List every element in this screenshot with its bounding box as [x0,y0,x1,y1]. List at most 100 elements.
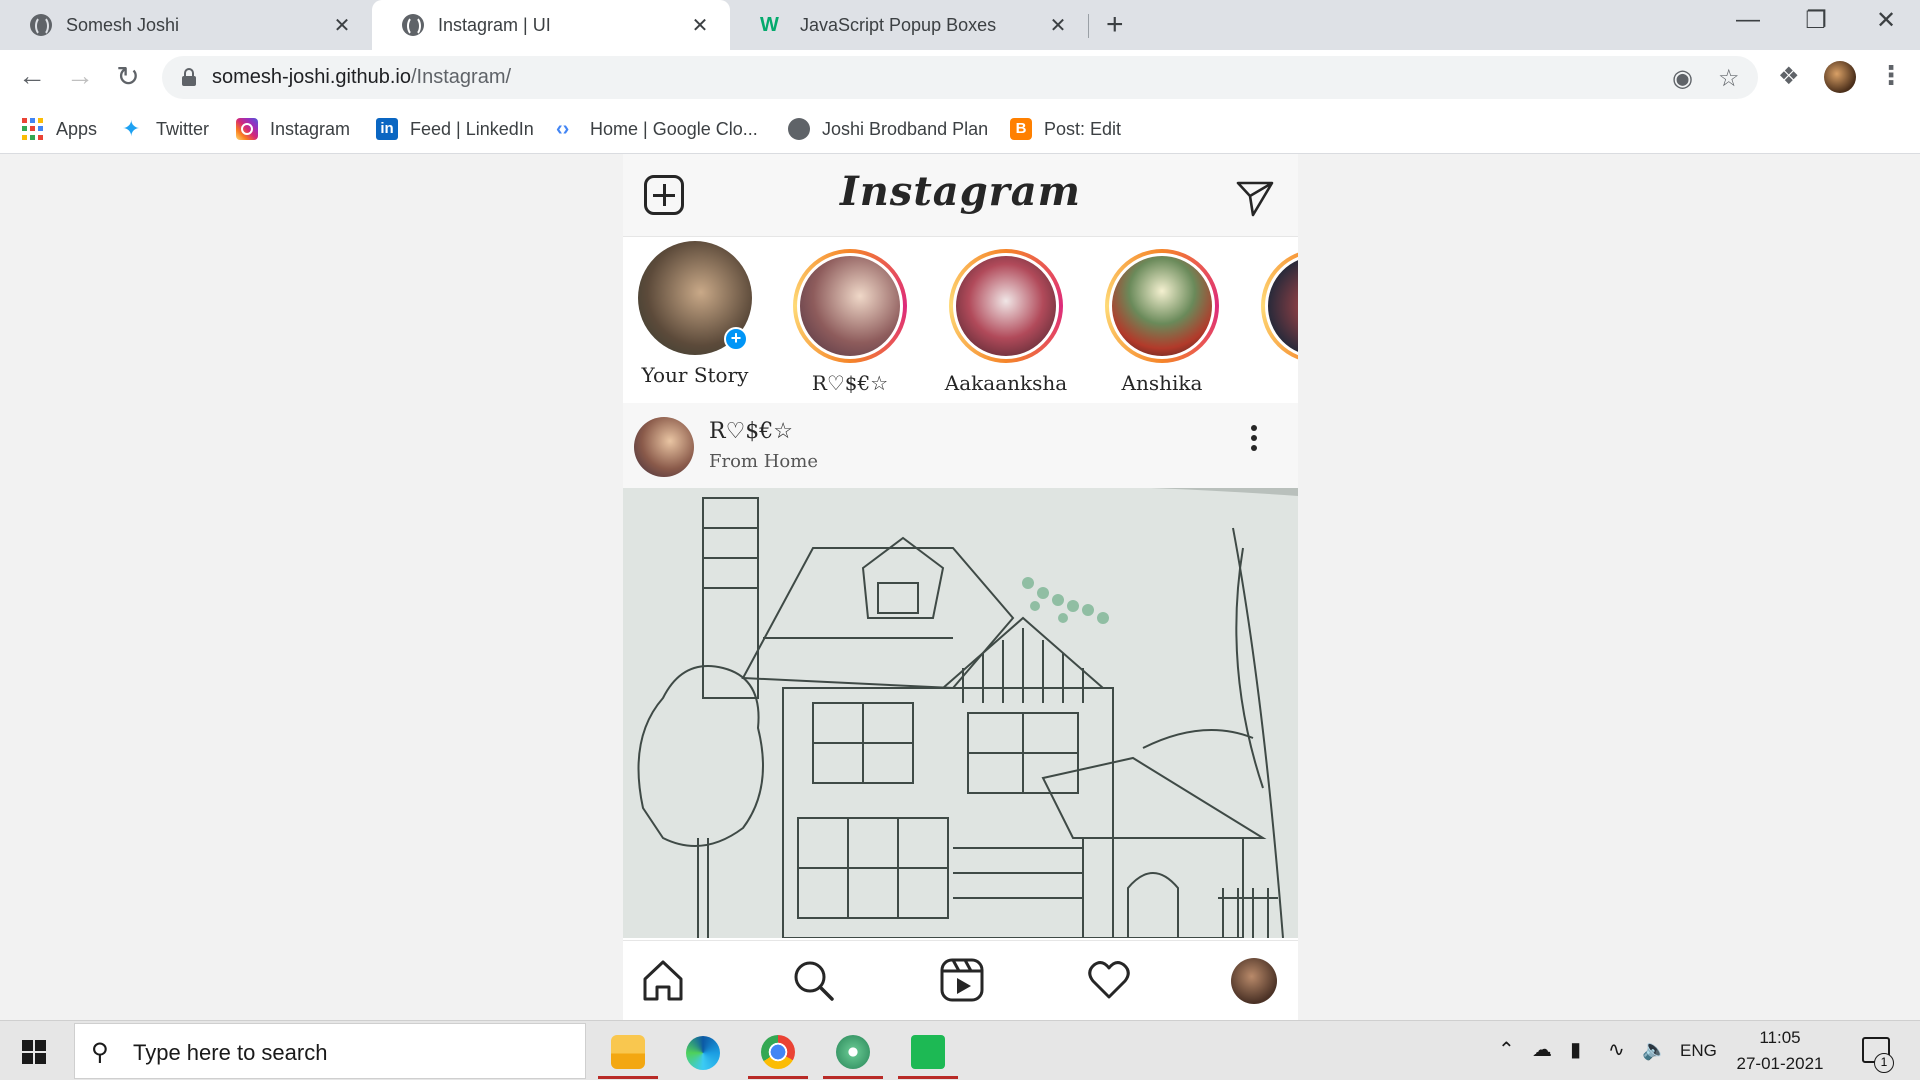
bookmark-post-edit[interactable]: B Post: Edit [1010,115,1121,143]
clock-date: 27-01-2021 [1736,1054,1824,1073]
blogger-icon: B [1010,118,1032,140]
story-aakaanksha[interactable]: Aakaanksha [936,249,1076,395]
battery-icon[interactable]: ▮ [1570,1037,1581,1062]
show-hidden-icons-chevron-icon[interactable]: ⌃ [1498,1037,1515,1062]
taskbar-file-explorer[interactable] [598,1027,658,1079]
extensions-puzzle-icon[interactable]: ❖ [1778,62,1800,91]
instagram-bottom-nav [623,940,1298,1020]
bookmark-instagram[interactable]: Instagram [236,115,350,143]
close-tab-icon[interactable]: ✕ [688,13,712,38]
close-tab-icon[interactable]: ✕ [330,13,354,38]
notification-count-badge: 1 [1874,1053,1894,1073]
star-icon[interactable]: ☆ [1718,64,1740,93]
eye-off-icon[interactable]: ◉ [1672,64,1693,93]
tab-strip: Somesh Joshi ✕ Instagram | UI ✕ W JavaSc… [0,0,1920,50]
profile-avatar[interactable] [1824,61,1856,93]
bookmark-label: Instagram [270,118,351,139]
linkedin-icon: in [376,118,398,140]
globe-icon [788,118,810,140]
restore-button[interactable]: ❐ [1796,6,1836,35]
add-story-plus-icon[interactable]: + [724,327,748,351]
onedrive-cloud-icon[interactable]: ☁ [1532,1037,1552,1062]
url-path: /Instagram/ [411,66,512,88]
post-author-avatar[interactable] [634,417,694,477]
story-name: Anshika [1121,371,1203,395]
new-tab-button[interactable]: + [1106,8,1124,42]
story-ring [949,249,1063,363]
taskbar-clock[interactable]: 11:05 27-01-2021 [1720,1025,1840,1077]
tab-instagram-ui[interactable]: Instagram | UI ✕ [372,0,730,50]
profile-avatar[interactable] [1231,958,1277,1004]
browser-menu-icon[interactable]: ⋮ [1878,60,1904,91]
taskbar-atom[interactable] [823,1027,883,1079]
instagram-icon [236,118,258,140]
tab-title: Instagram | UI [438,14,551,35]
instagram-header: Instagram [623,154,1298,237]
google-cloud-icon: ‹› [556,118,570,140]
bookmark-linkedin[interactable]: in Feed | LinkedIn [376,115,534,143]
story-avatar [953,253,1059,359]
tab-somesh-joshi[interactable]: Somesh Joshi ✕ [0,0,372,50]
search-icon[interactable] [790,957,836,1003]
story-ring [1105,249,1219,363]
bookmark-label: Apps [56,118,98,139]
bookmark-label: Feed | LinkedIn [410,118,534,139]
close-tab-icon[interactable]: ✕ [1046,13,1070,38]
minimize-button[interactable]: — [1728,6,1768,34]
bookmark-label: Post: Edit [1044,118,1122,139]
story-avatar [1265,253,1298,359]
direct-message-icon[interactable] [1235,178,1275,218]
language-indicator[interactable]: ENG [1680,1041,1717,1061]
bookmark-google-cloud[interactable]: ‹› Home | Google Clo... [556,115,758,143]
story-ring [793,249,907,363]
chrome-icon [761,1034,795,1069]
forward-button[interactable]: → [62,60,98,92]
taskbar-search-input[interactable]: ⚲ Type here to search [74,1023,586,1079]
search-placeholder: Type here to search [133,1040,328,1065]
post-image[interactable] [623,488,1298,938]
instagram-logo: Instagram [840,168,1081,215]
back-button[interactable]: ← [14,60,50,92]
story-name: Aakaanksha [944,371,1068,395]
lock-icon[interactable] [182,68,196,86]
bookmark-twitter[interactable]: ✦ Twitter [122,115,209,143]
post-header: R♡$€☆ From Home [623,403,1298,488]
tab-title: JavaScript Popup Boxes [800,14,997,35]
windows-start-icon[interactable] [22,1040,46,1064]
tab-javascript-popup-boxes[interactable]: W JavaScript Popup Boxes ✕ [730,0,1088,50]
post-username[interactable]: R♡$€☆ [709,419,793,444]
bookmark-apps[interactable]: Apps [22,115,97,143]
volume-icon[interactable]: 🔈 [1642,1037,1667,1062]
home-icon[interactable] [640,957,686,1003]
bookmark-label: Joshi Brodband Plan [822,118,989,139]
taskbar-spotify[interactable] [898,1027,958,1079]
heart-icon[interactable] [1086,957,1132,1003]
w3schools-icon: W [760,14,779,36]
reels-icon[interactable] [939,957,985,1003]
close-window-button[interactable]: ✕ [1866,6,1906,35]
post-location[interactable]: From Home [709,451,818,472]
edge-icon [686,1036,720,1070]
story-your-story[interactable]: + Your Story [625,241,765,387]
story-rose[interactable]: R♡$€☆ [780,249,920,395]
reload-button[interactable]: ↻ [110,60,146,93]
wifi-icon[interactable]: ∿ [1608,1037,1625,1062]
story-anshika[interactable]: Anshika [1092,249,1232,395]
story-partial[interactable] [1248,249,1298,371]
bookmark-joshi-broadband[interactable]: Joshi Brodband Plan [788,115,988,143]
address-bar[interactable]: somesh-joshi.github.io/Instagram/ ◉ ☆ [162,56,1758,99]
url-text[interactable]: somesh-joshi.github.io/Instagram/ [212,66,511,89]
feed-post: R♡$€☆ From Home [623,403,1298,938]
spotify-icon [911,1034,945,1069]
globe-icon [30,14,52,36]
tab-separator [1088,14,1089,38]
bookmarks-bar: Apps ✦ Twitter Instagram in Feed | Linke… [0,105,1920,154]
taskbar-chrome[interactable] [748,1027,808,1079]
bookmark-label: Home | Google Clo... [590,118,758,139]
story-ring [1261,249,1298,363]
post-options-icon[interactable] [1251,425,1259,455]
atom-icon [836,1034,870,1069]
house-sketch-image [623,488,1298,938]
url-host: somesh-joshi.github.io [212,66,411,88]
taskbar-edge[interactable] [673,1027,733,1079]
